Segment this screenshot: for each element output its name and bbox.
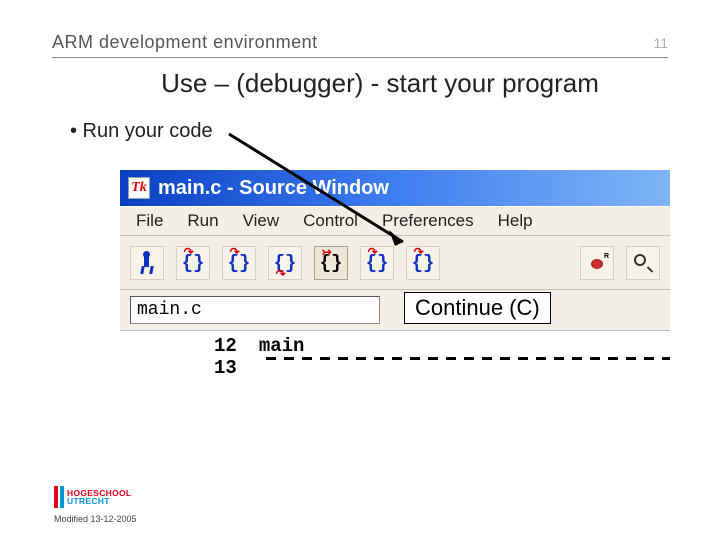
menubar: File Run View Control Preferences Help (120, 206, 670, 236)
modified-date: Modified 13-12-2005 (54, 514, 137, 524)
header-bar: ARM development environment 11 (52, 32, 668, 58)
continue-tooltip: Continue (C) (404, 292, 551, 324)
header-title: ARM development environment (52, 32, 318, 53)
tb-continue-button[interactable]: ↣{} (314, 246, 348, 280)
window-title: main.c - Source Window (158, 177, 389, 200)
window-titlebar: Tk main.c - Source Window (120, 170, 670, 206)
file-field[interactable]: main.c (130, 296, 380, 324)
tb-run-button[interactable] (130, 246, 164, 280)
next-asm-icon: ↷{} (412, 252, 435, 274)
menu-file[interactable]: File (136, 211, 163, 231)
tb-next-asm-button[interactable]: ↷{} (406, 246, 440, 280)
menu-help[interactable]: Help (498, 211, 533, 231)
file-row: main.c Continue (C) (120, 290, 670, 330)
step-asm-icon: ↷{} (366, 252, 389, 274)
line-num-13: 13 (214, 357, 237, 379)
run-man-icon (139, 251, 155, 275)
tk-icon: Tk (128, 177, 150, 199)
menu-view[interactable]: View (243, 211, 280, 231)
step-icon: ↷{} (182, 252, 205, 274)
line-num-12: 12 (214, 335, 237, 357)
logo-bars-icon (54, 486, 64, 508)
code-area: 12 main 13 (120, 330, 670, 390)
page-number: 11 (653, 35, 668, 51)
tb-step-asm-button[interactable]: ↷{} (360, 246, 394, 280)
breakpoint-stripe (266, 357, 670, 360)
tb-registers-button[interactable]: R (580, 246, 614, 280)
slide-title: Use – (debugger) - start your program (0, 68, 720, 99)
menu-run[interactable]: Run (187, 211, 218, 231)
tb-finish-button[interactable]: ↷{} (268, 246, 302, 280)
finish-icon: ↷{} (274, 252, 297, 274)
tb-next-button[interactable]: ↷{} (222, 246, 256, 280)
menu-preferences[interactable]: Preferences (382, 211, 474, 231)
debugger-screenshot: Tk main.c - Source Window File Run View … (120, 170, 670, 390)
next-icon: ↷{} (228, 252, 251, 274)
toolbar: ↷{} ↷{} ↷{} ↣{} ↷{} ↷{} R (120, 236, 670, 290)
footer-logo: HOGESCHOOL UTRECHT (54, 486, 131, 508)
magnifier-icon (634, 254, 652, 272)
tb-step-button[interactable]: ↷{} (176, 246, 210, 280)
continue-icon: ↣{} (320, 252, 343, 274)
logo-bottom: UTRECHT (67, 497, 131, 506)
logo-text: HOGESCHOOL UTRECHT (67, 489, 131, 506)
slide: ARM development environment 11 Use – (de… (0, 0, 720, 540)
bullet-run-code: • Run your code (70, 120, 213, 143)
bug-icon: R (587, 255, 607, 271)
menu-control[interactable]: Control (303, 211, 358, 231)
line-text-12: main (259, 335, 305, 357)
tb-memory-button[interactable] (626, 246, 660, 280)
